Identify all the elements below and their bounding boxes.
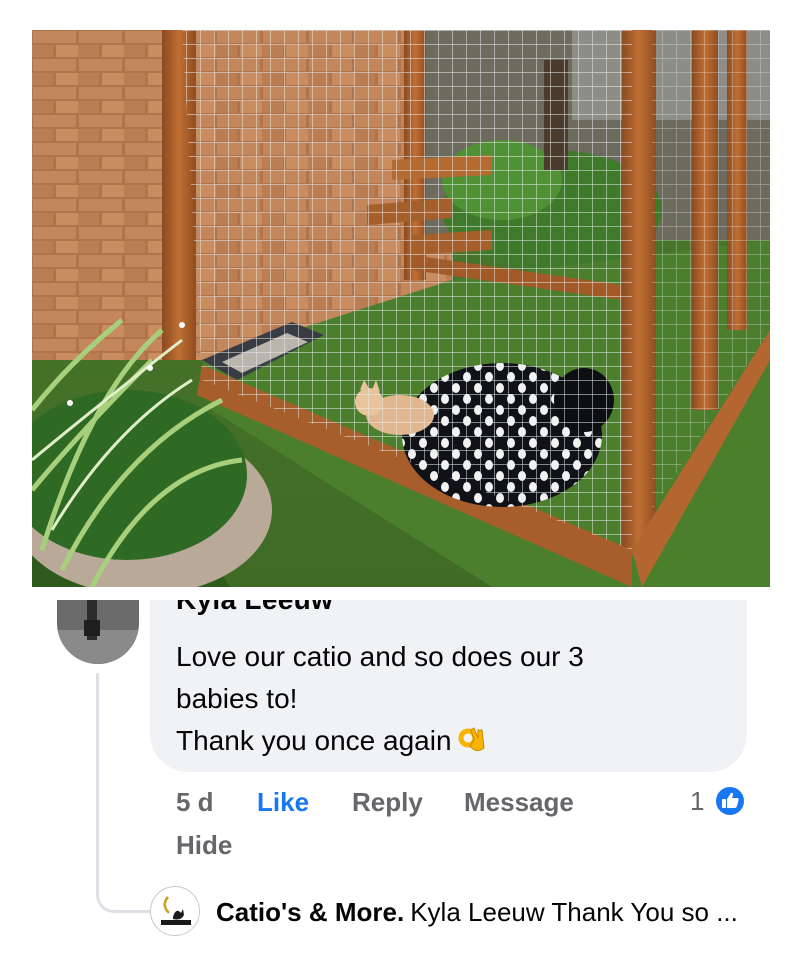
reply-preview[interactable]: Catio's & More. Kyla Leeuw Thank You so .… xyxy=(216,897,738,928)
comment-text-line: Love our catio and so does our 3 xyxy=(176,641,584,672)
comment-author-name[interactable]: Kyla Leeuw xyxy=(176,600,476,624)
comment-text-line: babies to! xyxy=(176,683,298,714)
reply-button[interactable]: Reply xyxy=(352,787,423,818)
reply-text: Kyla Leeuw Thank You so ... xyxy=(410,897,738,927)
ok-hand-emoji xyxy=(458,727,485,752)
reply-author-name[interactable]: Catio's & More. xyxy=(216,897,404,927)
commenter-avatar[interactable] xyxy=(57,600,139,664)
hide-button[interactable]: Hide xyxy=(176,830,232,861)
comment-actions: 5 d Like Reply Message xyxy=(176,787,746,823)
comment-text-line: Thank you once again xyxy=(176,720,696,762)
message-button[interactable]: Message xyxy=(464,787,574,818)
page-avatar[interactable] xyxy=(150,886,200,936)
like-button[interactable]: Like xyxy=(257,787,309,818)
comment-text: Love our catio and so does our 3 babies … xyxy=(176,636,696,762)
catio-photo xyxy=(32,30,770,587)
comment-timestamp[interactable]: 5 d xyxy=(176,787,214,818)
post-photo[interactable] xyxy=(32,30,770,587)
reaction-count[interactable]: 1 xyxy=(690,786,704,817)
thumbs-up-icon[interactable] xyxy=(714,785,746,817)
reply-thread-line xyxy=(96,673,154,913)
